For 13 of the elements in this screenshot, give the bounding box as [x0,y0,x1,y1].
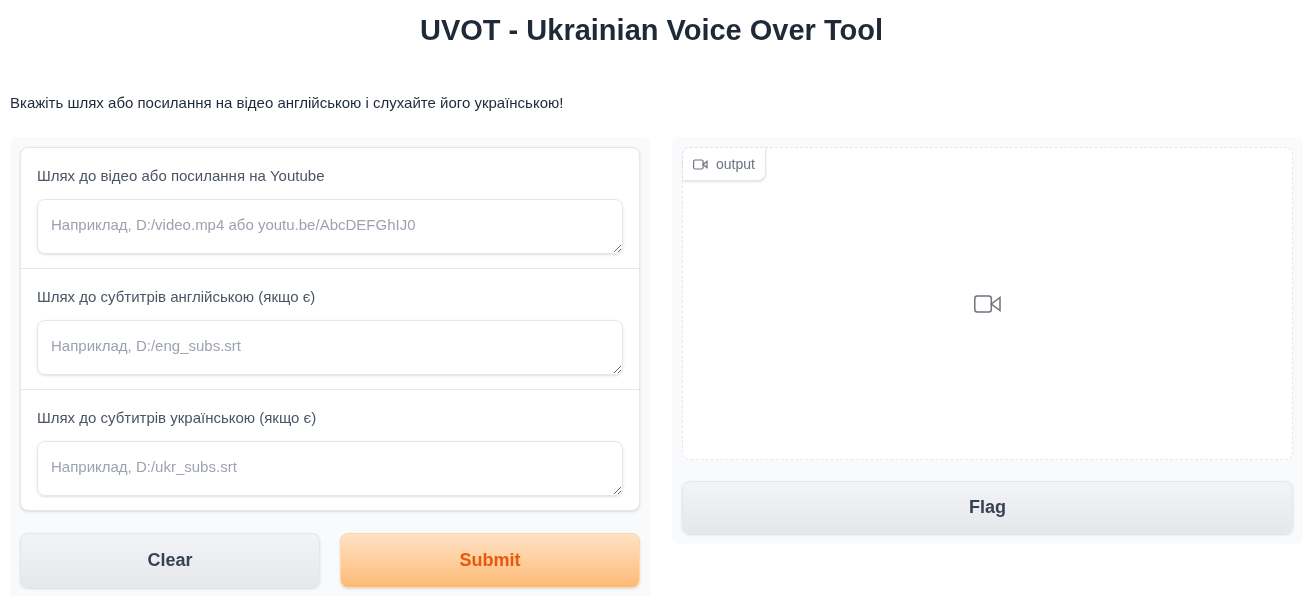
video-camera-icon [974,294,1001,313]
clear-button[interactable]: Clear [20,533,320,588]
field-label: Шлях до відео або посилання на Youtube [37,166,326,186]
field-label: Шлях до субтитрів українською (якщо є) [37,408,318,428]
video-camera-icon [693,158,708,170]
text-input-field[interactable]: Наприклад, D:/eng_subs.srt [37,320,623,375]
text-input-field[interactable]: Наприклад, D:/ukr_subs.srt [37,441,623,496]
page-title: UVOT - Ukrainian Voice Over Tool [419,13,884,48]
description-text: Вкажіть шлях або посилання на відео англійською і слухайте його українською! [10,93,565,113]
field-label: Шлях до субтитрів англійською (якщо є) [37,287,317,307]
text-input-field[interactable]: Наприклад, D:/video.mp4 або youtu.be/AbcDEFGhIJ0 [37,199,623,254]
output-label-text: output [716,154,755,174]
flag-button[interactable]: Flag [682,481,1293,534]
